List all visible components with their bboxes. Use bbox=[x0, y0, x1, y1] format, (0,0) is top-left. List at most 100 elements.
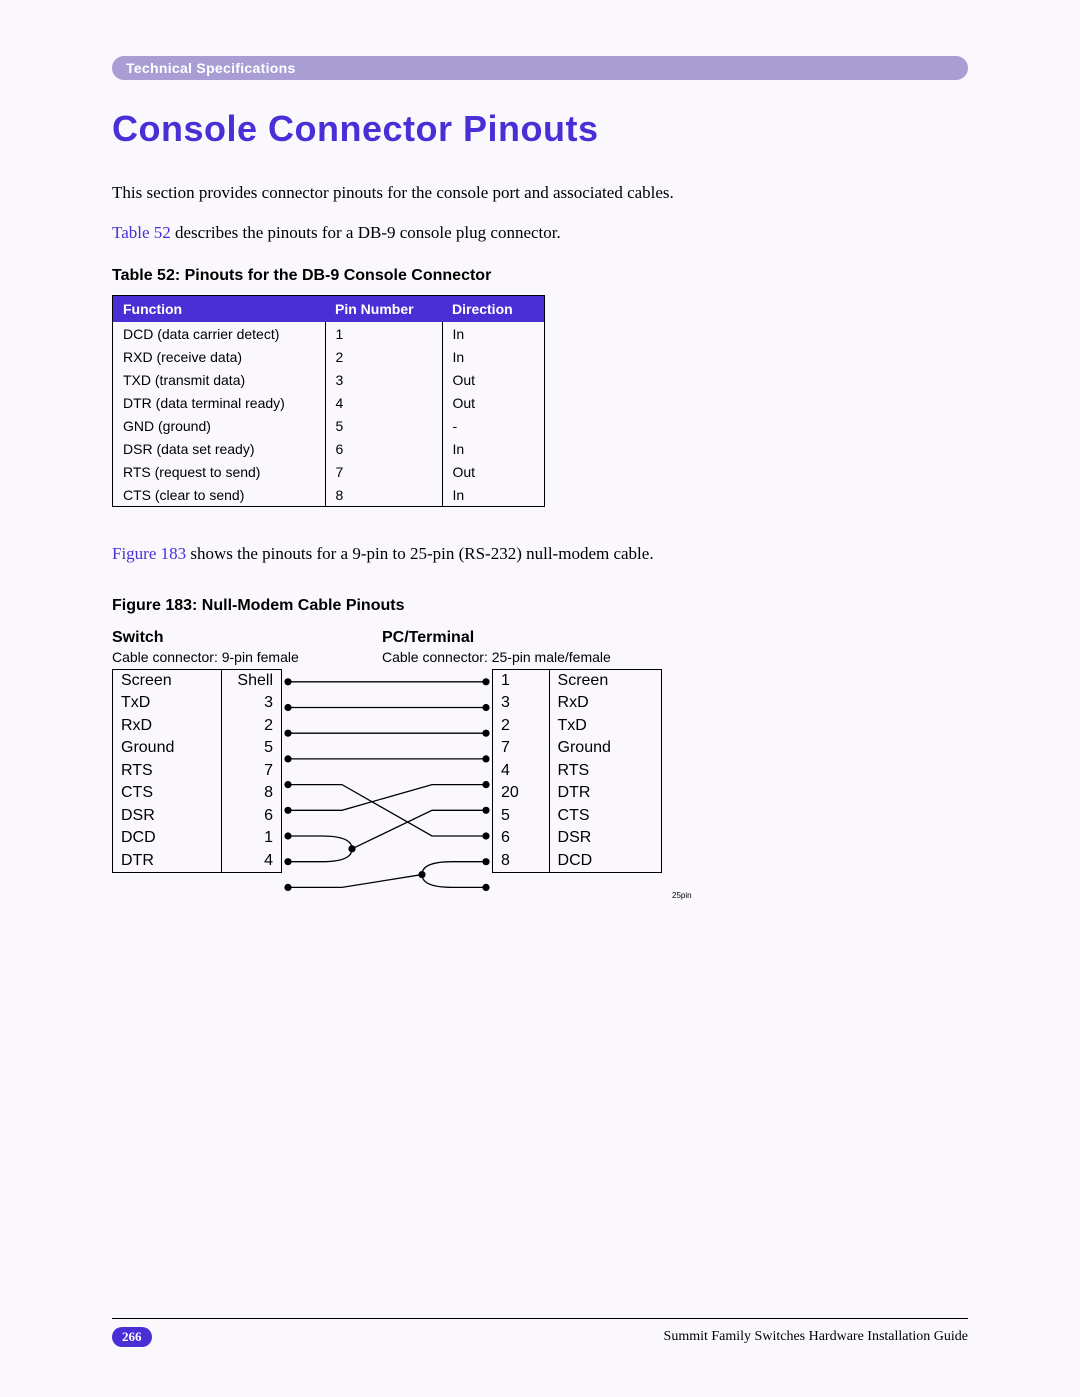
table-cell: In bbox=[442, 322, 545, 345]
pin-row: 4RTS bbox=[493, 760, 662, 783]
pin-cell: 1 bbox=[222, 827, 282, 850]
content: Console Connector Pinouts This section p… bbox=[112, 100, 968, 901]
pin-row: TxD3 bbox=[113, 692, 282, 715]
wiring-svg bbox=[282, 669, 492, 901]
terminal-pin-table: 1Screen3RxD2TxD7Ground4RTS20DTR5CTS6DSR8… bbox=[492, 669, 662, 874]
header-bar: Technical Specifications bbox=[112, 56, 968, 80]
pin-row: 7Ground bbox=[493, 737, 662, 760]
table-cell: 8 bbox=[325, 483, 442, 507]
pin-row: 3RxD bbox=[493, 692, 662, 715]
table-cell: In bbox=[442, 437, 545, 460]
table-cell: Out bbox=[442, 391, 545, 414]
table-row: TXD (transmit data)3Out bbox=[113, 368, 545, 391]
table-cell: RTS (request to send) bbox=[113, 460, 326, 483]
pin-cell: RxD bbox=[113, 715, 222, 738]
intro-paragraph-1: This section provides connector pinouts … bbox=[112, 180, 968, 206]
pin-row: 2TxD bbox=[493, 715, 662, 738]
pin-cell: DCD bbox=[549, 850, 661, 873]
intro-paragraph-2: Table 52 describes the pinouts for a DB-… bbox=[112, 220, 968, 246]
page-number-badge: 266 bbox=[112, 1327, 152, 1347]
pin-row: 8DCD bbox=[493, 850, 662, 873]
table-52-caption: Table 52: Pinouts for the DB-9 Console C… bbox=[112, 267, 968, 285]
para3-rest: shows the pinouts for a 9-pin to 25-pin … bbox=[186, 544, 653, 563]
pin-cell: 6 bbox=[222, 805, 282, 828]
figure-183-caption: Figure 183: Null-Modem Cable Pinouts bbox=[112, 597, 968, 615]
pin-cell: TxD bbox=[113, 692, 222, 715]
pin-cell: CTS bbox=[549, 805, 661, 828]
tiny-label: 25pin bbox=[672, 891, 692, 900]
pin-cell: 1 bbox=[493, 669, 550, 692]
pin-row: RTS7 bbox=[113, 760, 282, 783]
figure-183-link[interactable]: Figure 183 bbox=[112, 544, 186, 563]
pin-cell: 3 bbox=[222, 692, 282, 715]
para2-rest: describes the pinouts for a DB-9 console… bbox=[171, 223, 561, 242]
table-cell: DCD (data carrier detect) bbox=[113, 322, 326, 345]
table-row: DTR (data terminal ready)4Out bbox=[113, 391, 545, 414]
table-cell: In bbox=[442, 483, 545, 507]
table-row: RTS (request to send)7Out bbox=[113, 460, 545, 483]
table-52-link[interactable]: Table 52 bbox=[112, 223, 171, 242]
footer-guide: Summit Family Switches Hardware Installa… bbox=[664, 1329, 968, 1345]
table-cell: In bbox=[442, 345, 545, 368]
pin-cell: TxD bbox=[549, 715, 661, 738]
table-cell: GND (ground) bbox=[113, 414, 326, 437]
pin-row: 5CTS bbox=[493, 805, 662, 828]
pin-cell: DSR bbox=[549, 827, 661, 850]
pin-cell: 4 bbox=[222, 850, 282, 873]
pin-row: DCD1 bbox=[113, 827, 282, 850]
pin-cell: 2 bbox=[493, 715, 550, 738]
intro-paragraph-3: Figure 183 shows the pinouts for a 9-pin… bbox=[112, 541, 968, 567]
th-direction: Direction bbox=[442, 296, 545, 323]
pin-cell: DSR bbox=[113, 805, 222, 828]
footer: 266 Summit Family Switches Hardware Inst… bbox=[112, 1318, 968, 1347]
table-52: Function Pin Number Direction DCD (data … bbox=[112, 295, 545, 507]
pin-cell: DTR bbox=[113, 850, 222, 873]
pin-cell: Ground bbox=[549, 737, 661, 760]
table-cell: 6 bbox=[325, 437, 442, 460]
diagram-subheaders: Cable connector: 9-pin female Cable conn… bbox=[112, 649, 752, 665]
pin-cell: 3 bbox=[493, 692, 550, 715]
table-row: CTS (clear to send)8In bbox=[113, 483, 545, 507]
pin-cell: 8 bbox=[222, 782, 282, 805]
pin-cell: Screen bbox=[113, 669, 222, 692]
pin-row: 6DSR bbox=[493, 827, 662, 850]
pin-row: RxD2 bbox=[113, 715, 282, 738]
pin-row: ScreenShell bbox=[113, 669, 282, 692]
pin-cell: 4 bbox=[493, 760, 550, 783]
pin-cell: RxD bbox=[549, 692, 661, 715]
table-row: DCD (data carrier detect)1In bbox=[113, 322, 545, 345]
switch-header: Switch bbox=[112, 629, 382, 647]
page: Technical Specifications Console Connect… bbox=[0, 0, 1080, 1397]
pin-cell: CTS bbox=[113, 782, 222, 805]
pin-cell: 6 bbox=[493, 827, 550, 850]
diagram-headers: Switch PC/Terminal bbox=[112, 629, 752, 647]
table-cell: 2 bbox=[325, 345, 442, 368]
pin-cell: 5 bbox=[493, 805, 550, 828]
switch-pin-table: ScreenShellTxD3RxD2Ground5RTS7CTS8DSR6DC… bbox=[112, 669, 282, 874]
table-cell: DSR (data set ready) bbox=[113, 437, 326, 460]
pin-row: Ground5 bbox=[113, 737, 282, 760]
pin-row: DTR4 bbox=[113, 850, 282, 873]
pin-cell: Shell bbox=[222, 669, 282, 692]
pin-cell: Ground bbox=[113, 737, 222, 760]
table-cell: TXD (transmit data) bbox=[113, 368, 326, 391]
table-cell: CTS (clear to send) bbox=[113, 483, 326, 507]
pin-row: 1Screen bbox=[493, 669, 662, 692]
table-cell: 4 bbox=[325, 391, 442, 414]
pin-cell: 7 bbox=[493, 737, 550, 760]
pin-cell: 20 bbox=[493, 782, 550, 805]
table-cell: Out bbox=[442, 368, 545, 391]
pin-cell: RTS bbox=[113, 760, 222, 783]
table-header-row: Function Pin Number Direction bbox=[113, 296, 545, 323]
table-row: RXD (receive data)2In bbox=[113, 345, 545, 368]
table-cell: 3 bbox=[325, 368, 442, 391]
pin-row: CTS8 bbox=[113, 782, 282, 805]
diagram-body: ScreenShellTxD3RxD2Ground5RTS7CTS8DSR6DC… bbox=[112, 669, 752, 901]
table-cell: - bbox=[442, 414, 545, 437]
pin-row: 20DTR bbox=[493, 782, 662, 805]
terminal-sub: Cable connector: 25-pin male/female bbox=[382, 649, 611, 665]
table-row: GND (ground)5- bbox=[113, 414, 545, 437]
breadcrumb: Technical Specifications bbox=[126, 60, 296, 76]
pin-cell: 8 bbox=[493, 850, 550, 873]
pin-cell: Screen bbox=[549, 669, 661, 692]
